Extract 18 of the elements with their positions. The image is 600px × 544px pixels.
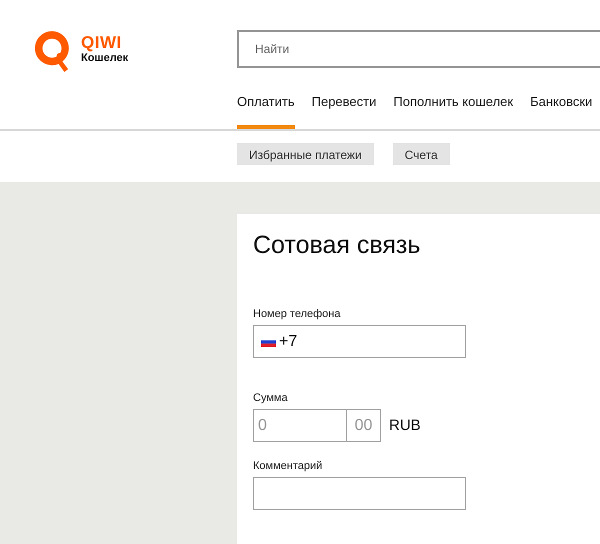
search-field[interactable]: Найти bbox=[237, 30, 600, 68]
nav-tab[interactable]: Банковски bbox=[530, 92, 592, 119]
brand-subtitle: Кошелек bbox=[81, 52, 128, 65]
field-label: Сумма bbox=[253, 392, 288, 404]
nav-tab[interactable]: Пополнить кошелек bbox=[393, 92, 514, 119]
currency-label: RUB bbox=[389, 417, 421, 434]
nav-tab[interactable]: Перевести bbox=[312, 92, 376, 119]
subnav-button[interactable]: Счета bbox=[392, 143, 450, 165]
comment-field[interactable] bbox=[253, 477, 466, 510]
logo-icon bbox=[33, 29, 71, 75]
field-label: Номер телефона bbox=[253, 308, 340, 320]
field-label: Комментарий bbox=[253, 460, 322, 472]
form-title: Сотовая связь bbox=[253, 230, 420, 260]
rubles-field[interactable]: 0 bbox=[253, 409, 347, 442]
subnav-button[interactable]: Избранные платежи bbox=[237, 143, 374, 165]
kopecks-field[interactable]: 00 bbox=[347, 409, 381, 442]
phone-field[interactable]: +7 bbox=[253, 325, 466, 358]
brand-name: QIWI bbox=[81, 34, 123, 51]
